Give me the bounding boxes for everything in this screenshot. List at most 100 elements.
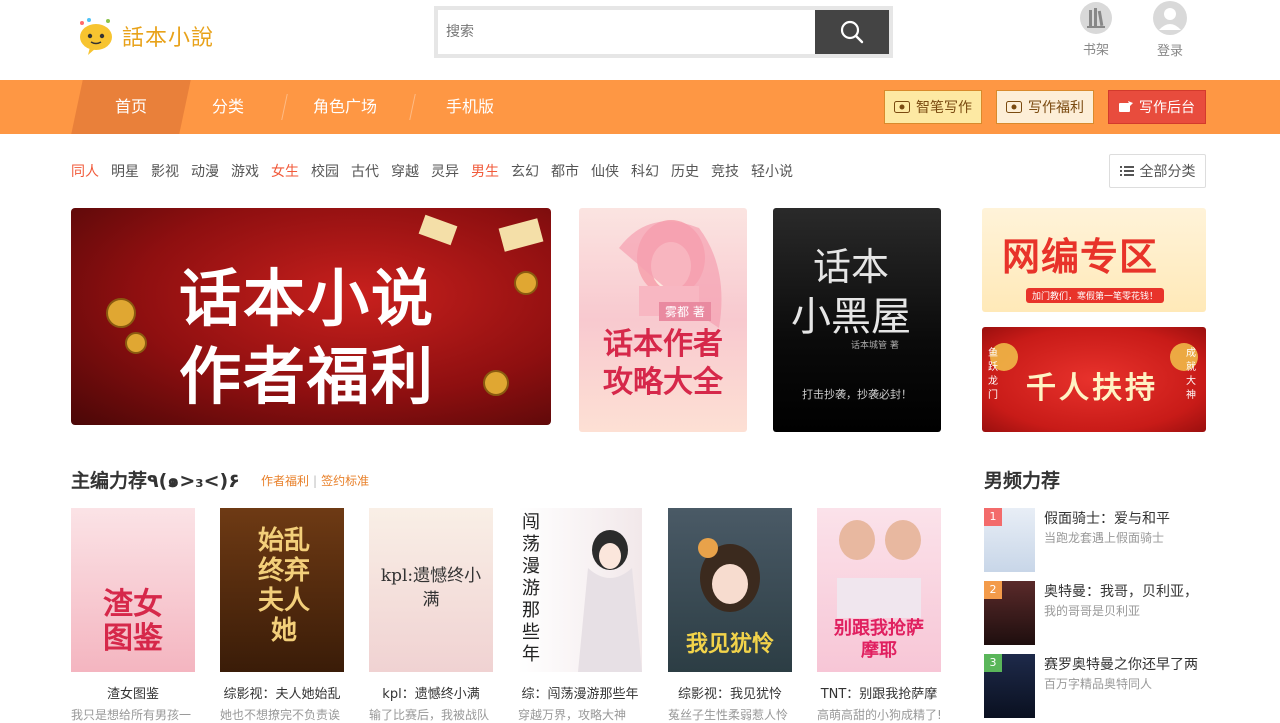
list-icon [1119,166,1134,176]
category-nansheng[interactable]: 男生 [471,160,499,184]
blackroom-title-1: 话本 [813,245,890,289]
book-card[interactable]: 我见犹怜 综影视：我见犹怜 菟丝子生性柔弱惹人怜 [668,508,792,723]
author-welfare-banner[interactable]: 话本小说 作者福利 [71,208,551,425]
category-xuanhuan[interactable]: 玄幻 [511,160,539,184]
thousand-support-banner[interactable]: 千人扶持 鱼跃龙门 成就大神 [982,327,1206,432]
category-chuanyue[interactable]: 穿越 [391,160,419,184]
author-welfare-link[interactable]: 作者福利 [261,474,309,488]
rank-desc: 百万字精品奥特同人 [1044,677,1153,691]
male-recommend-title: 男频力荐 [984,470,1061,492]
book-cover-text: 渣女图鉴 [103,587,163,656]
book-title: TNT：别跟我抢萨摩 [820,687,938,702]
category-qingxiaoshuo[interactable]: 轻小说 [751,160,793,184]
category-dushi[interactable]: 都市 [551,160,579,184]
nav-mobile[interactable]: 手机版 [432,80,508,134]
web-editor-sub: 加门教们，寒假第一笔零花钱！ [1026,288,1165,303]
nav-roles[interactable]: 角色广场 [300,80,390,134]
cover-figure [578,530,642,672]
thousand-left-text: 鱼跃龙门 [988,348,998,401]
rank-cover: 1 [984,508,1035,572]
bookshelf-icon [1080,2,1112,34]
guide-title: 话本作者攻略大全 [603,327,723,400]
category-lishi[interactable]: 历史 [671,160,699,184]
category-nvsheng[interactable]: 女生 [271,160,299,184]
book-desc: 我只是想给所有男孩一 [71,708,192,722]
book-desc: 高萌高甜的小狗成精了! [817,708,941,722]
category-xiaoyuan[interactable]: 校园 [311,160,339,184]
write-backend-button[interactable]: 写作后台 [1108,90,1206,124]
write-welfare-button[interactable]: 写作福利 [996,90,1094,124]
book-card[interactable]: kpl:遗憾终小满 kpl：遗憾终小满 输了比赛后，我被战队 [369,508,493,723]
book-desc: 输了比赛后，我被战队 [369,708,490,722]
author-guide-banner[interactable]: 雾都 著 话本作者攻略大全 [579,208,747,432]
category-xianxia[interactable]: 仙侠 [591,160,619,184]
thousand-support-title: 千人扶持 [1026,371,1158,406]
bookshelf-link[interactable]: 书架 [1066,0,1126,64]
rank-item[interactable]: 3 赛罗奥特曼之你还早了两 百万字精品奥特同人 [984,654,1206,718]
guide-author: 雾都 著 [659,302,711,321]
category-tongren[interactable]: 同人 [71,160,99,184]
rank-title: 奥特曼：我哥，贝利亚， [1044,584,1198,600]
rank-item[interactable]: 1 假面骑士：爱与和平 当跑龙套遇上假面骑士 [984,508,1206,572]
category-youxi[interactable]: 游戏 [231,160,259,184]
book-cover: kpl:遗憾终小满 [369,508,493,672]
site-header: 話本小說 书架 登录 [0,0,1280,80]
blackroom-slogan: 打击抄袭，抄袭必封！ [802,388,912,401]
nav-category[interactable]: 分类 [194,80,262,134]
book-cover: 渣女图鉴 [71,508,195,672]
web-editor-title: 网编专区 [1002,235,1159,279]
rank-title: 假面骑士：爱与和平 [1044,511,1170,527]
write-welfare-label: 写作福利 [1028,100,1084,116]
book-title: 综：闯荡漫游那些年 [521,687,639,702]
nav-home-label: 首页 [114,97,147,116]
category-gudai[interactable]: 古代 [351,160,379,184]
rank-item[interactable]: 2 奥特曼：我哥，贝利亚， 我的哥哥是贝利亚 [984,581,1206,645]
category-lingyi[interactable]: 灵异 [431,160,459,184]
rank-desc: 我的哥哥是贝利亚 [1044,604,1141,618]
rank-title: 赛罗奥特曼之你还早了两 [1044,657,1198,673]
book-cover: 我见犹怜 [668,508,792,672]
rank-desc: 当跑龙套遇上假面骑士 [1044,531,1165,545]
search-button[interactable] [815,10,889,54]
bookshelf-label: 书架 [1082,43,1109,58]
site-logo[interactable]: 話本小說 [76,14,236,58]
web-editor-banner[interactable]: 网编专区 加门教们，寒假第一笔零花钱！ [982,208,1206,312]
category-mingxing[interactable]: 明星 [111,160,139,184]
pen-icon [894,101,910,113]
book-desc: 菟丝子生性柔弱惹人怜 [668,708,789,722]
smart-write-label: 智笔写作 [916,100,972,116]
category-yingshi[interactable]: 影视 [151,160,179,184]
all-categories-button[interactable]: 全部分类 [1109,154,1206,188]
book-title: 综影视：夫人她始乱 [223,687,341,702]
category-list: 同人 明星 影视 动漫 游戏 女生 校园 古代 穿越 灵异 男生 玄幻 都市 仙… [71,160,805,184]
main-nav: 首页 分类 角色广场 手机版 智笔写作 写作福利 写作后台 [0,80,1280,134]
logo-bubble-icon [80,18,112,55]
rank-number: 2 [984,581,1002,599]
book-card[interactable]: 别跟我抢萨摩耶 TNT：别跟我抢萨摩 高萌高甜的小狗成精了! [817,508,941,723]
book-desc: 她也不想撩完不负责诶 [220,708,341,722]
book-cover: 始乱终弃夫人她 [220,508,344,672]
book-card[interactable]: 渣女图鉴 渣女图鉴 我只是想给所有男孩一 [71,508,195,723]
book-title: 渣女图鉴 [106,687,159,702]
rank-cover: 2 [984,581,1035,645]
banner-title-line1: 话本小说 [179,262,436,335]
book-desc: 穿越万界，攻略大神 [518,708,627,722]
category-kehuan[interactable]: 科幻 [631,160,659,184]
smart-write-button[interactable]: 智笔写作 [884,90,982,124]
user-avatar-icon [1153,1,1187,35]
search-input[interactable] [438,10,815,54]
logo-text: 話本小說 [122,26,215,51]
book-card[interactable]: 闯荡漫游那些年 综：闯荡漫游那些年 穿越万界，攻略大神 [518,508,642,723]
blackroom-author: 话本城管 著 [851,341,899,351]
thousand-right-text: 成就大神 [1186,348,1196,401]
sign-standard-link[interactable]: 签约标准 [321,474,369,488]
search-icon [840,20,864,44]
book-card[interactable]: 始乱终弃夫人她 综影视：夫人她始乱 她也不想撩完不负责诶 [220,508,344,723]
book-title: kpl：遗憾终小满 [382,687,480,702]
blackroom-title-2: 小黑屋 [791,294,911,340]
nav-home[interactable]: 首页 [71,80,191,134]
category-dongman[interactable]: 动漫 [191,160,219,184]
category-jingji[interactable]: 竞技 [711,160,739,184]
login-link[interactable]: 登录 [1140,0,1200,64]
black-room-banner[interactable]: 话本 小黑屋 话本城管 著 打击抄袭，抄袭必封！ [773,208,941,432]
